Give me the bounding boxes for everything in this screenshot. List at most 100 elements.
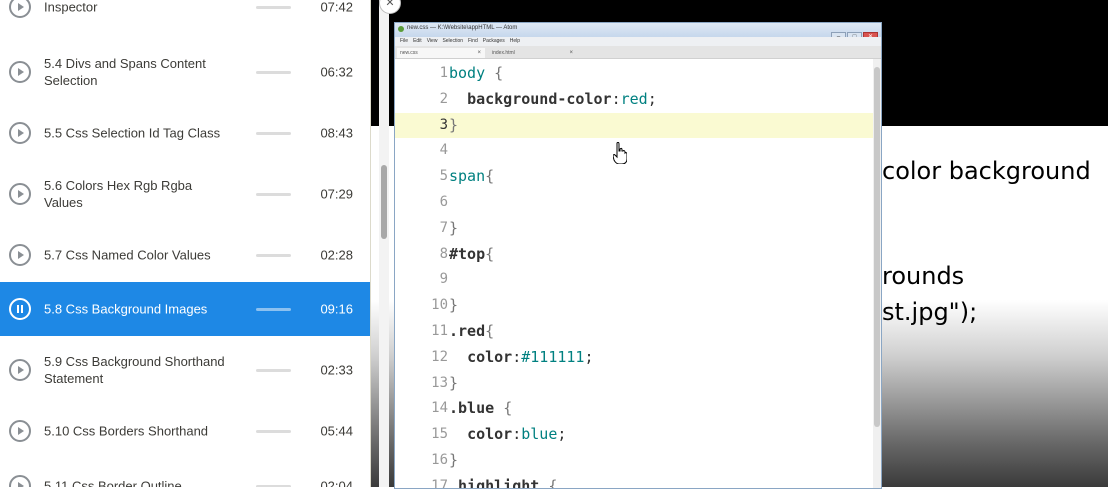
- code-line[interactable]: 4: [395, 138, 873, 163]
- lesson-duration: 02:28: [320, 247, 353, 263]
- menu-item[interactable]: Help: [510, 37, 520, 46]
- editor-tab[interactable]: index.html ×: [489, 48, 577, 58]
- play-icon[interactable]: [9, 0, 31, 18]
- play-icon[interactable]: [9, 420, 31, 442]
- lesson-item[interactable]: 5.5 Css Selection Id Tag Class 08:43: [0, 106, 370, 160]
- menu-item[interactable]: File: [400, 37, 408, 46]
- code-text: #top{: [449, 244, 495, 263]
- lesson-item[interactable]: 5.11 Css Border Outline 02:04: [0, 459, 370, 487]
- lesson-title: 5.7 Css Named Color Values: [44, 247, 211, 263]
- code-line[interactable]: 14 .blue {: [395, 396, 873, 421]
- lesson-duration: 07:29: [320, 186, 353, 202]
- code-line[interactable]: 8 #top{: [395, 242, 873, 267]
- code-text: }: [449, 115, 459, 134]
- menu-item[interactable]: Selection: [442, 37, 463, 46]
- pause-icon[interactable]: [9, 298, 31, 320]
- slide-text-line1: color background: [882, 157, 1091, 185]
- course-sidebar: Inspector 07:42 5.4 Divs and Spans Content…: [0, 0, 371, 487]
- tab-close-icon[interactable]: ×: [569, 48, 573, 58]
- code-text: }: [449, 218, 459, 237]
- code-line[interactable]: 9: [395, 267, 873, 292]
- editor-tab-label: new.css: [400, 50, 418, 56]
- code-line[interactable]: 11 .red{: [395, 319, 873, 344]
- line-number: 10: [431, 297, 448, 314]
- line-number: 3: [439, 116, 448, 133]
- code-line[interactable]: 10}: [395, 293, 873, 318]
- line-number: 2: [439, 90, 448, 107]
- lesson-progress-bar: [256, 254, 291, 257]
- editor-scrollbar[interactable]: [873, 59, 881, 488]
- line-number: 15: [431, 426, 448, 443]
- code-line[interactable]: 12 color:#111111;: [395, 345, 873, 370]
- hand-cursor-icon: [613, 142, 627, 164]
- play-icon[interactable]: [9, 61, 31, 83]
- line-number: 13: [431, 374, 448, 391]
- editor-scrollbar-thumb[interactable]: [874, 67, 880, 427]
- line-number: 8: [439, 245, 448, 262]
- atom-window-title: new.css — K:\Website\appHTML — Atom: [407, 25, 518, 31]
- play-icon[interactable]: [9, 244, 31, 266]
- code-text: color:blue;: [467, 425, 567, 444]
- lesson-title: 5.8 Css Background Images: [44, 301, 208, 317]
- line-number: 5: [439, 168, 448, 185]
- lesson-item[interactable]: Inspector 07:42: [0, 0, 370, 34]
- code-text: }: [449, 296, 459, 315]
- code-line[interactable]: 3}: [395, 112, 873, 138]
- play-icon[interactable]: [9, 475, 31, 487]
- code-line[interactable]: 6: [395, 190, 873, 215]
- code-line[interactable]: 2 background-color:red;: [395, 87, 873, 112]
- atom-editor-window: new.css — K:\Website\appHTML — Atom –□✕ …: [394, 22, 882, 489]
- lesson-progress-bar: [256, 71, 291, 74]
- code-text: color:#111111;: [467, 347, 594, 366]
- code-line[interactable]: 7}: [395, 216, 873, 241]
- play-icon[interactable]: [9, 359, 31, 381]
- code-text: .blue {: [449, 399, 513, 418]
- line-number: 7: [439, 219, 448, 236]
- lesson-item[interactable]: 5.10 Css Borders Shorthand 05:44: [0, 404, 370, 458]
- line-number: 6: [439, 194, 448, 210]
- lesson-item[interactable]: 5.4 Divs and Spans Content Selection 06:3…: [0, 45, 370, 99]
- tab-close-icon[interactable]: ×: [477, 48, 481, 58]
- sidebar-scrollbar-thumb[interactable]: [381, 165, 387, 239]
- menu-item[interactable]: Packages: [483, 37, 505, 46]
- code-line[interactable]: 13}: [395, 371, 873, 396]
- lesson-title: 5.5 Css Selection Id Tag Class: [44, 125, 221, 141]
- menu-item[interactable]: Edit: [413, 37, 422, 46]
- line-number: 14: [431, 400, 448, 417]
- lesson-item[interactable]: 5.7 Css Named Color Values 02:28: [0, 228, 370, 282]
- editor-tab[interactable]: new.css ×: [397, 48, 485, 58]
- code-line[interactable]: 16}: [395, 448, 873, 473]
- slide-text-line2: rounds: [882, 262, 965, 290]
- lesson-item[interactable]: 5.9 Css Background Shorthand Statement 02…: [0, 343, 370, 397]
- lesson-progress-bar: [256, 132, 291, 135]
- sidebar-scrollbar-track[interactable]: [379, 0, 389, 487]
- lesson-progress-bar: [256, 430, 291, 433]
- code-line[interactable]: 15 color:blue;: [395, 422, 873, 447]
- code-line[interactable]: 5 span{: [395, 164, 873, 189]
- lesson-title: 5.11 Css Border Outline: [44, 478, 182, 488]
- lesson-item[interactable]: 5.8 Css Background Images 09:16: [0, 282, 370, 336]
- lesson-progress-bar: [256, 308, 291, 311]
- lesson-duration: 02:04: [320, 478, 353, 488]
- line-number: 4: [439, 142, 448, 159]
- code-text: span{: [449, 167, 495, 186]
- atom-menubar: File Edit View Selection Find Packages Help: [395, 37, 881, 46]
- lesson-title: 5.6 Colors Hex Rgb Rgba Values: [44, 178, 193, 210]
- lesson-progress-bar: [256, 193, 291, 196]
- lesson-duration: 02:33: [320, 362, 353, 378]
- play-icon[interactable]: [9, 122, 31, 144]
- play-icon[interactable]: [9, 183, 31, 205]
- line-number: 9: [439, 271, 448, 288]
- atom-titlebar: new.css — K:\Website\appHTML — Atom –□✕: [395, 23, 881, 43]
- menu-item[interactable]: Find: [468, 37, 478, 46]
- code-line[interactable]: 1 body {: [395, 61, 873, 86]
- lesson-title: 5.9 Css Background Shorthand Statement: [44, 354, 225, 386]
- lesson-item[interactable]: 5.6 Colors Hex Rgb Rgba Values 07:29: [0, 167, 370, 221]
- code-text: body {: [449, 64, 504, 82]
- lesson-duration: 07:42: [320, 0, 353, 15]
- menu-item[interactable]: View: [427, 37, 438, 46]
- atom-tabbar: new.css × index.html ×: [395, 46, 881, 59]
- code-text: .red{: [449, 322, 495, 340]
- code-editor[interactable]: 1 body {2 background-color:red; 3} 4 5 span{6…: [395, 59, 873, 488]
- lesson-progress-bar: [256, 6, 291, 9]
